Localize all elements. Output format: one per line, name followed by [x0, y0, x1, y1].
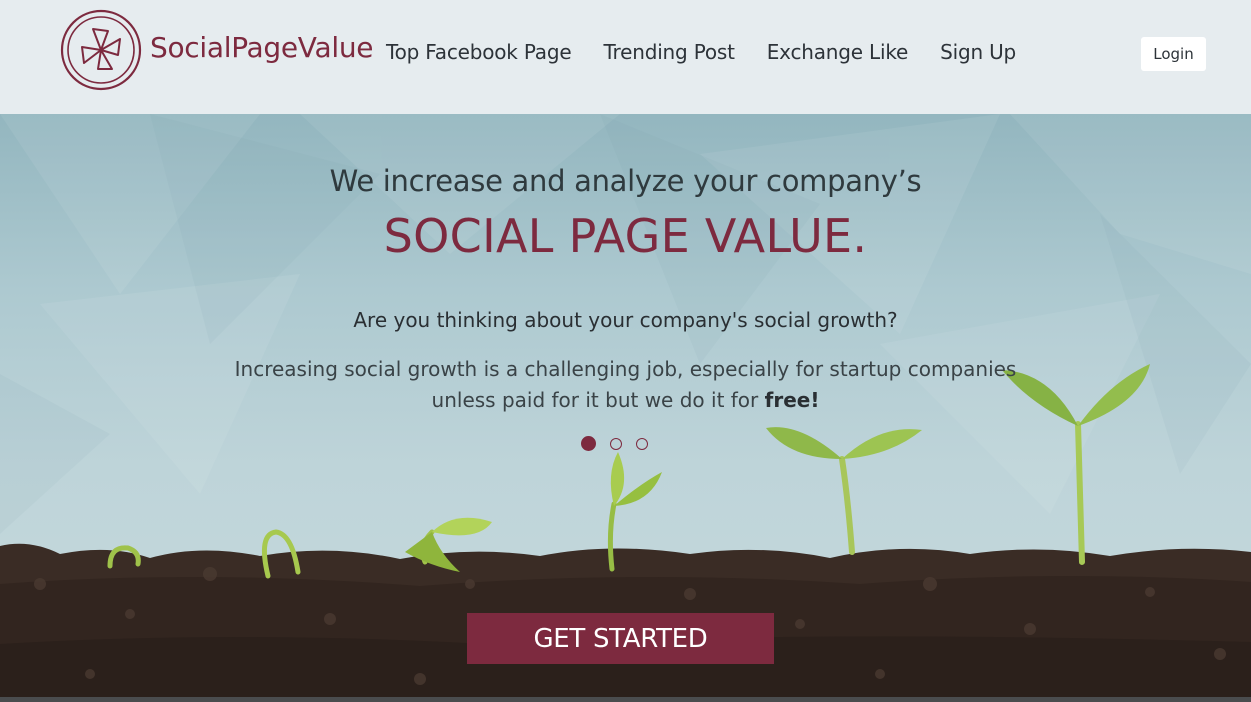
hero-description: Increasing social growth is a challengin…: [200, 354, 1051, 416]
carousel-indicators: [581, 436, 662, 451]
bottom-edge: [0, 697, 1251, 702]
nav-item-trending-post[interactable]: Trending Post: [603, 40, 734, 64]
hero-description-line-1: Increasing social growth is a challengin…: [234, 357, 1017, 381]
hero-title: SOCIAL PAGE VALUE.: [383, 209, 868, 263]
hero-subtitle: We increase and analyze your company’s: [329, 164, 922, 198]
hero-description-line-2-text: unless paid for it but we do it for: [431, 388, 765, 412]
nav-item-sign-up[interactable]: Sign Up: [940, 40, 1016, 64]
hero-section: We increase and analyze your company’s S…: [0, 114, 1251, 702]
brand-name[interactable]: SocialPageValue: [150, 31, 374, 64]
carousel-dot-3[interactable]: [636, 437, 648, 450]
main-nav: Top Facebook Page Trending Post Exchange…: [386, 40, 1048, 64]
get-started-button[interactable]: GET STARTED: [467, 613, 774, 664]
carousel-dot-1[interactable]: [581, 436, 596, 451]
carousel-dot-2[interactable]: [610, 437, 622, 450]
nav-item-exchange-like[interactable]: Exchange Like: [767, 40, 909, 64]
site-header: SocialPageValue Top Facebook Page Trendi…: [0, 0, 1251, 114]
nav-item-top-facebook-page[interactable]: Top Facebook Page: [386, 40, 572, 64]
hero-question: Are you thinking about your company's so…: [353, 308, 898, 332]
pinwheel-logo-icon[interactable]: [60, 9, 142, 91]
hero-description-line-2: unless paid for it but we do it for free…: [200, 385, 1051, 416]
login-button[interactable]: Login: [1141, 37, 1206, 71]
hero-description-free: free!: [764, 388, 820, 412]
